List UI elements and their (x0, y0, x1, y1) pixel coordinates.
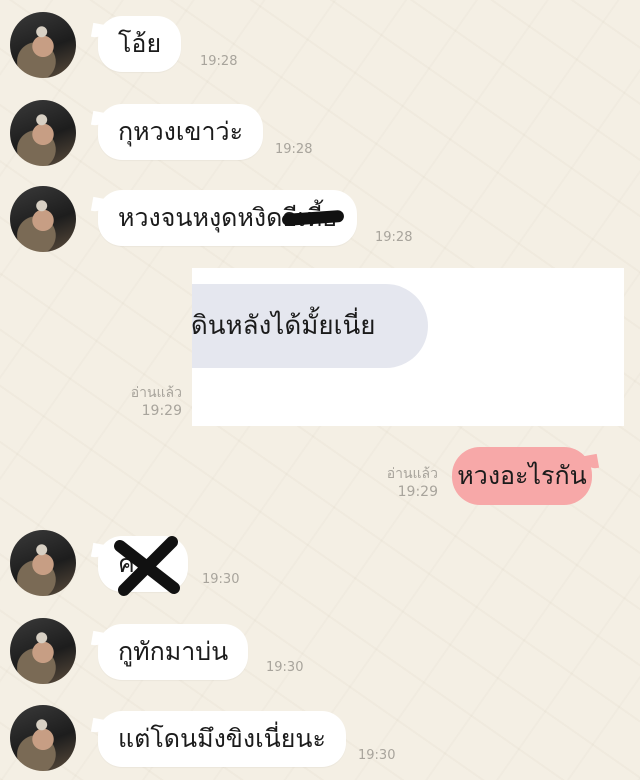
message-bubble[interactable]: กุหวงเขาว่ะ (98, 104, 263, 160)
message-time: 19:28 (200, 54, 238, 69)
sent-message-text: หวงอะไรกัน (457, 461, 587, 490)
read-receipt: อ่านแล้ว 19:29 (366, 465, 438, 501)
avatar[interactable] (10, 618, 76, 684)
sent-message-bubble[interactable]: หวงอะไรกัน (452, 447, 592, 505)
read-label: อ่านแล้ว (386, 466, 438, 482)
message-time: 19:30 (266, 660, 304, 675)
message-bubble[interactable]: แต่โดนมึงขิงเนี่ยนะ (98, 711, 346, 767)
message-text: โอ้ย (118, 29, 162, 58)
message-time: 19:28 (375, 230, 413, 245)
message-text: กุหวงเขาว่ะ (118, 117, 243, 146)
redaction-x-mark (114, 536, 180, 596)
quoted-message-bubble: เดินหลังได้มั้ยเนี่ย (192, 284, 428, 368)
read-label: อ่านแล้ว (130, 385, 182, 401)
message-bubble[interactable]: กูทักมาบ่น (98, 624, 249, 680)
avatar[interactable] (10, 186, 76, 252)
message-text: กูทักมาบ่น (118, 637, 229, 666)
read-receipt: อ่านแล้ว 19:29 (110, 384, 182, 420)
avatar[interactable] (10, 705, 76, 771)
message-time: 19:30 (202, 572, 240, 587)
message-time: 19:28 (275, 142, 313, 157)
avatar[interactable] (10, 530, 76, 596)
message-text: แต่โดนมึงขิงเนี่ยนะ (118, 724, 326, 753)
avatar[interactable] (10, 100, 76, 166)
message-bubble[interactable]: โอ้ย (98, 16, 182, 72)
quoted-message-text: เดินหลังได้มั้ยเนี่ย (192, 311, 376, 341)
read-time: 19:29 (141, 403, 182, 419)
avatar[interactable] (10, 12, 76, 78)
message-time: 19:30 (358, 748, 396, 763)
read-time: 19:29 (397, 484, 438, 500)
